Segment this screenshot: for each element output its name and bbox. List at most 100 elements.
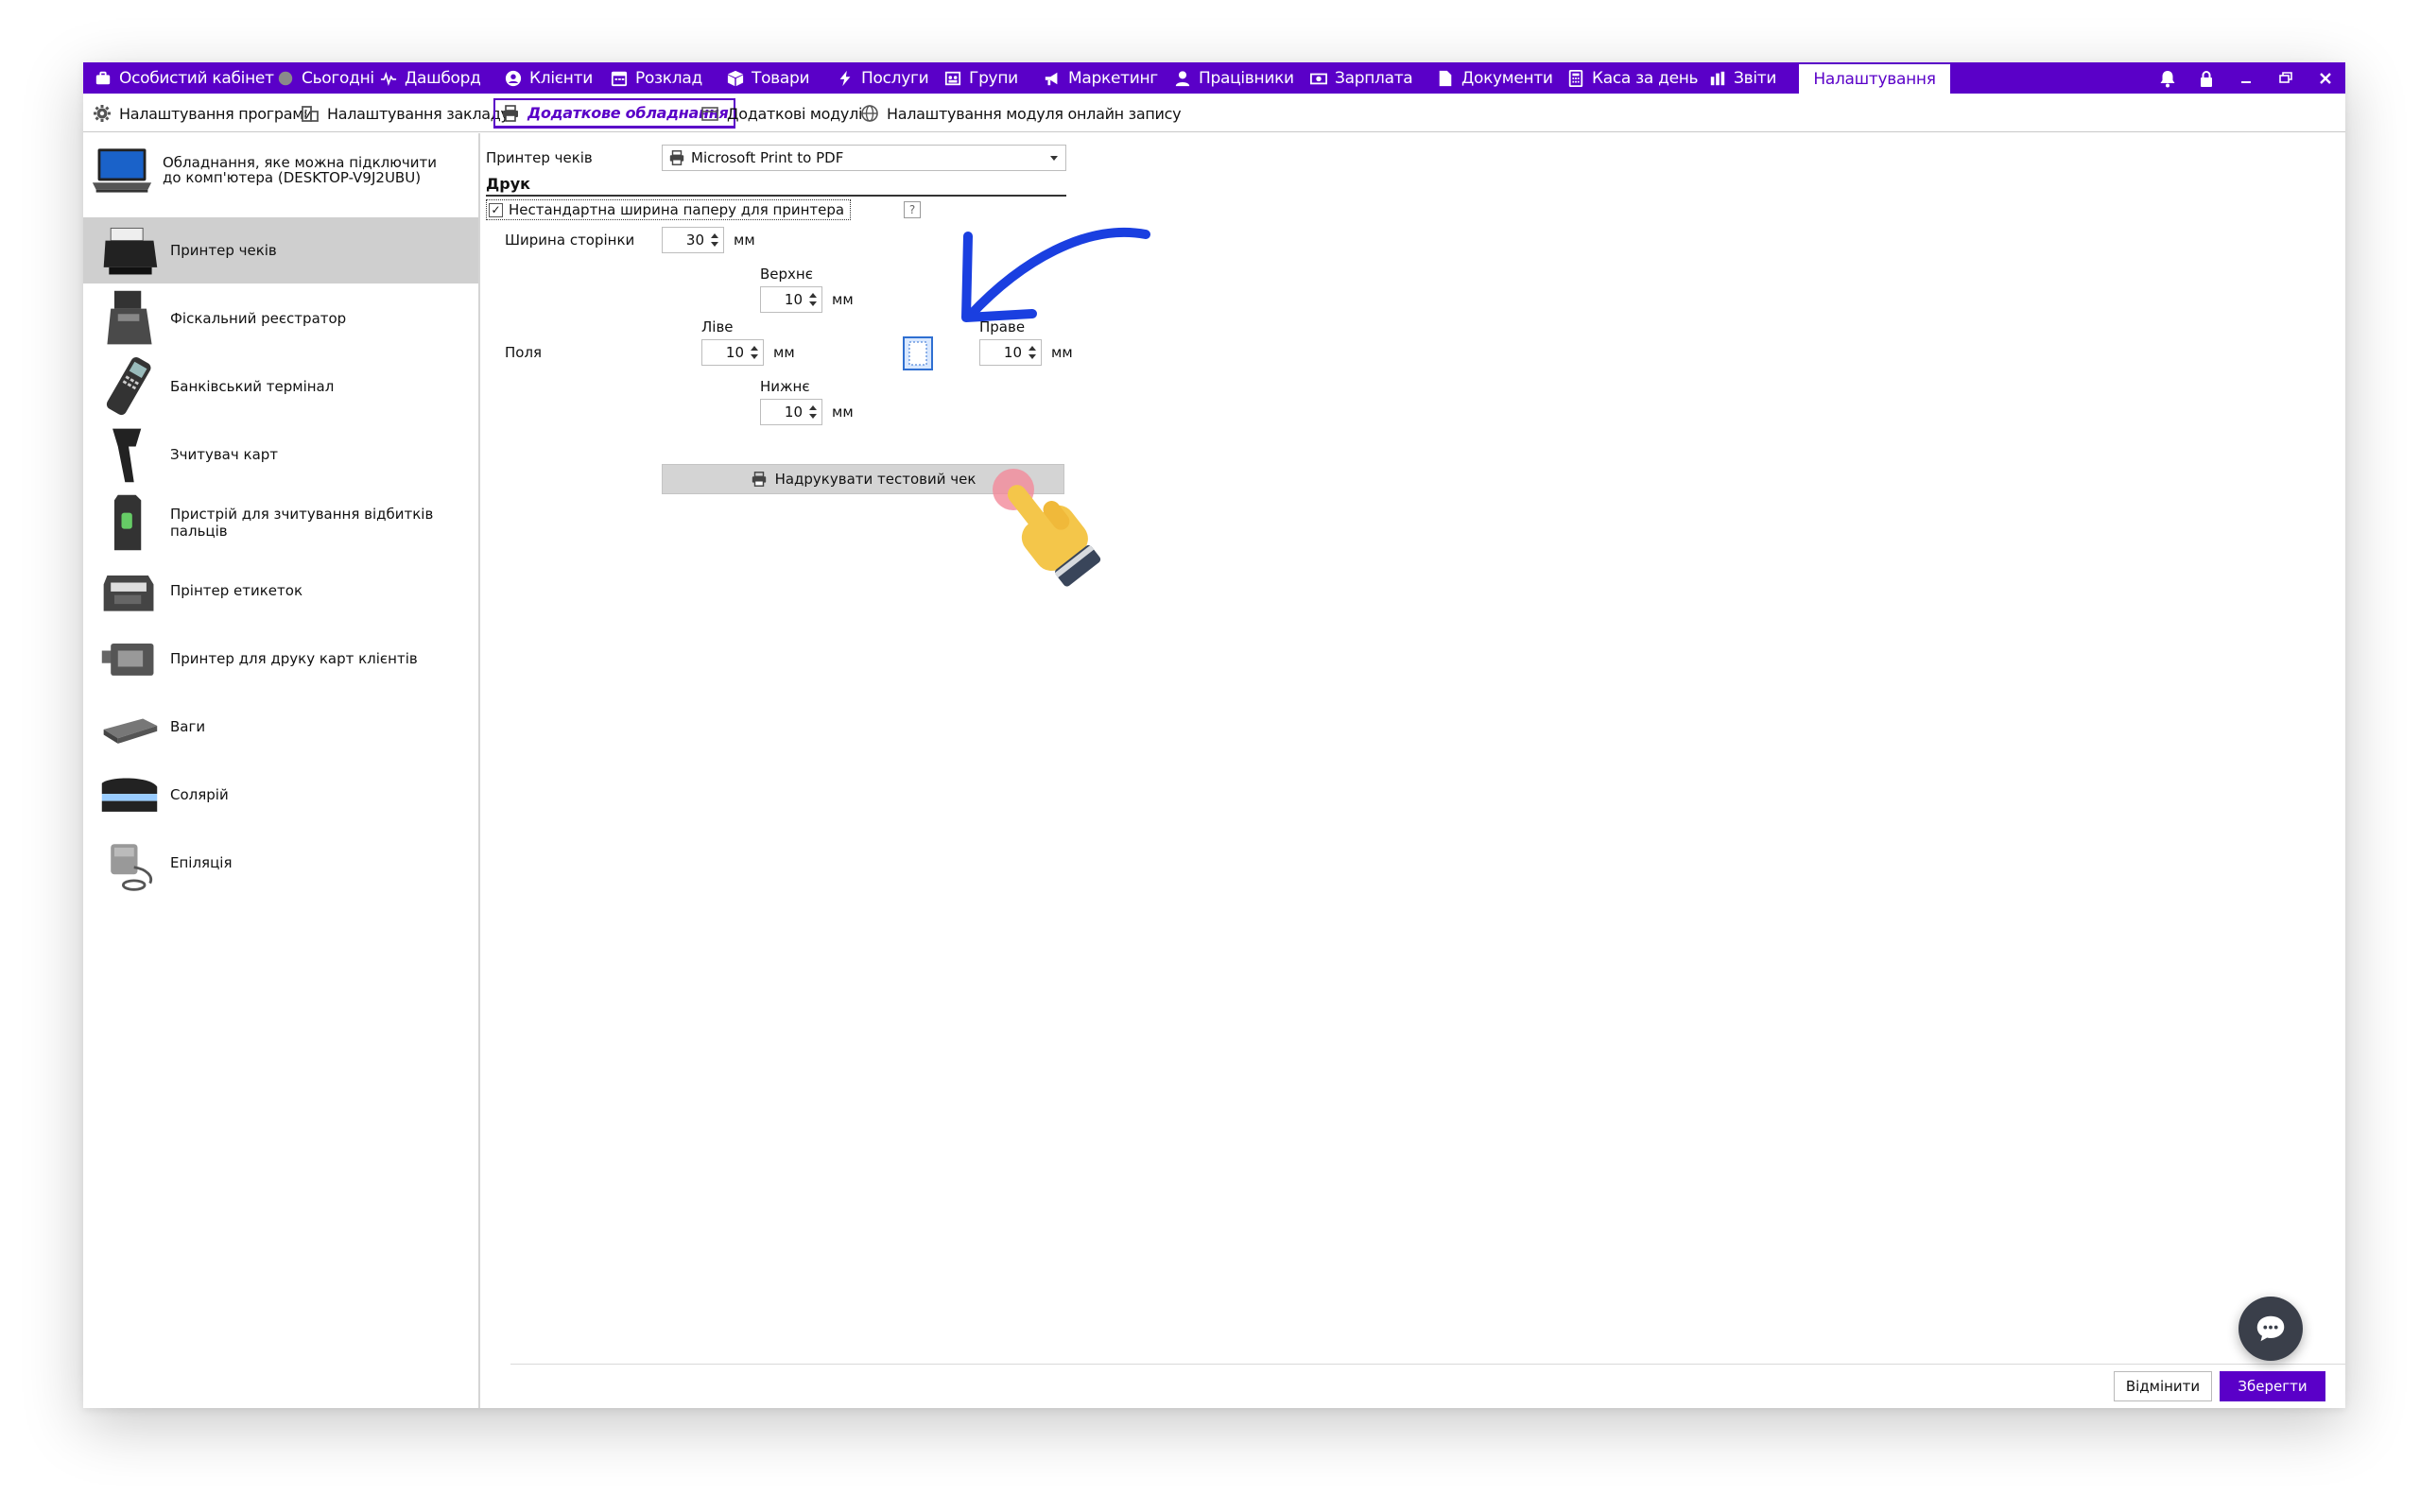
sidebar-item-label: Принтер чеків (170, 242, 277, 259)
margins-label: Поля (505, 344, 543, 361)
print-section-title: Друк (486, 175, 530, 193)
save-button[interactable]: Зберегти (2220, 1371, 2325, 1401)
lightning-icon (839, 70, 851, 86)
gear-icon (94, 105, 111, 122)
equipment-sidebar: Обладнання, яке можна підключити до комп… (83, 133, 480, 1408)
screen: Особистий кабінет Сьогодні Дашборд Клієн… (0, 0, 2420, 1512)
unit-label: мм (832, 404, 854, 421)
close-button[interactable] (2311, 62, 2340, 94)
fingerprint-reader-icon (113, 494, 142, 551)
restore-button[interactable] (2271, 62, 2299, 94)
top-margin-stepper[interactable]: 10 (760, 286, 822, 313)
sidebar-item-solarium[interactable]: Солярій (83, 762, 478, 828)
tab-additional-modules[interactable]: Додаткові модулі (700, 98, 862, 129)
printer-label: Принтер чеків (486, 149, 593, 166)
scales-icon (103, 718, 158, 744)
page-width-label: Ширина сторінки (505, 232, 635, 249)
nav-label: Особистий кабінет (119, 68, 274, 88)
nav-label: Працівники (1199, 68, 1294, 88)
nav-label: Сьогодні (302, 68, 374, 88)
nav-label: Документи (1461, 68, 1553, 88)
stepper-arrows-icon[interactable] (710, 232, 719, 248)
document-icon (1439, 70, 1452, 86)
page-width-value: 30 (685, 232, 704, 249)
nav-label: Налаштування (1813, 69, 1936, 89)
nav-reports[interactable]: Звіти (1709, 62, 1776, 94)
sidebar-item-fiscal-register[interactable]: Фіскальний реєстратор (83, 285, 478, 352)
settings-tabs: Налаштування програми Налаштування закла… (83, 94, 2345, 132)
checkbox-box[interactable]: ✓ (489, 202, 503, 217)
printer-select[interactable]: Microsoft Print to PDF (662, 145, 1066, 171)
nav-documents[interactable]: Документи (1437, 62, 1553, 94)
sidebar-item-fingerprint-reader[interactable]: Пристрій для зчитування відбитків пальці… (83, 490, 478, 556)
help-button[interactable]: ? (904, 201, 921, 218)
tab-program-settings[interactable]: Налаштування програми (93, 98, 313, 129)
minimize-button[interactable] (2232, 62, 2260, 94)
megaphone-icon (1045, 72, 1058, 85)
bar-chart-icon (1710, 71, 1725, 85)
lock-button[interactable] (2192, 62, 2221, 94)
fiscal-register-icon (107, 290, 152, 345)
money-icon (1310, 73, 1327, 84)
nav-cash[interactable]: Каса за день (1567, 62, 1699, 94)
nav-marketing[interactable]: Маркетинг (1044, 62, 1158, 94)
nav-groups[interactable]: Групи (944, 62, 1018, 94)
nav-label: Каса за день (1592, 68, 1699, 88)
printer-select-value: Microsoft Print to PDF (691, 149, 844, 166)
bell-icon (2160, 70, 2175, 87)
left-margin-value: 10 (725, 344, 744, 361)
module-icon (701, 107, 718, 121)
nav-personal-cabinet[interactable]: Особистий кабінет (95, 62, 274, 94)
sidebar-item-receipt-printer[interactable]: Принтер чеків (83, 217, 478, 284)
page-width-stepper[interactable]: 30 (662, 227, 724, 253)
sidebar-item-label: Зчитувач карт (170, 446, 279, 463)
nav-clients[interactable]: Клієнти (505, 62, 593, 94)
cancel-button[interactable]: Відмінити (2114, 1371, 2212, 1401)
stepper-arrows-icon[interactable] (750, 345, 759, 360)
sidebar-item-bank-terminal[interactable]: Банківський термінал (83, 353, 478, 420)
notifications-button[interactable] (2153, 62, 2182, 94)
left-margin-stepper[interactable]: 10 (701, 339, 764, 366)
bank-terminal-icon (106, 356, 151, 416)
nav-salary[interactable]: Зарплата (1310, 62, 1413, 94)
equipment-settings-panel: Принтер чеків Microsoft Print to PDF Дру… (482, 133, 2345, 1408)
sidebar-item-card-printer[interactable]: Принтер для друку карт клієнтів (83, 626, 478, 692)
sidebar-item-scales[interactable]: Ваги (83, 694, 478, 760)
close-icon (2320, 72, 2331, 84)
sidebar-item-epilation[interactable]: Епіляція (83, 830, 478, 896)
building-icon (302, 106, 319, 122)
page-preview-icon (903, 336, 933, 370)
chat-button[interactable] (2238, 1297, 2303, 1361)
stepper-arrows-icon[interactable] (808, 404, 818, 420)
custom-width-checkbox[interactable]: ✓ Нестандартна ширина паперу для принтер… (486, 199, 852, 220)
stepper-arrows-icon[interactable] (808, 292, 818, 307)
nav-employees[interactable]: Працівники (1174, 62, 1294, 94)
unit-label: мм (734, 232, 755, 249)
sidebar-item-label: Пристрій для зчитування відбитків пальці… (170, 506, 434, 540)
sidebar-item-label-printer[interactable]: Прінтер етикеток (83, 558, 478, 624)
sidebar-item-card-reader[interactable]: Зчитувач карт (83, 421, 478, 488)
chat-icon (2256, 1315, 2285, 1342)
nav-schedule[interactable]: Розклад (611, 62, 702, 94)
tab-additional-equipment[interactable]: Додаткове обладнання (493, 98, 736, 129)
top-navigation: Особистий кабінет Сьогодні Дашборд Клієн… (83, 62, 2345, 94)
person-icon (1175, 70, 1190, 86)
nav-services[interactable]: Послуги (837, 62, 929, 94)
tab-label: Налаштування програми (119, 104, 314, 123)
nav-dashboard[interactable]: Дашборд (380, 62, 481, 94)
calendar-icon (611, 71, 628, 86)
tab-online-booking-settings[interactable]: Налаштування модуля онлайн запису (860, 98, 1182, 129)
bottom-margin-stepper[interactable]: 10 (760, 399, 822, 425)
nav-settings[interactable]: Налаштування (1799, 64, 1950, 94)
annotation-arrow-icon (961, 227, 1150, 322)
tab-label: Налаштування модуля онлайн запису (887, 104, 1182, 123)
tab-venue-settings[interactable]: Налаштування закладу (301, 98, 510, 129)
sidebar-item-label: Епіляція (170, 854, 233, 871)
cabinet-icon (95, 71, 111, 84)
nav-label: Товари (752, 68, 810, 88)
nav-today[interactable]: Сьогодні (277, 62, 374, 94)
nav-goods[interactable]: Товари (727, 62, 810, 94)
right-margin-stepper[interactable]: 10 (979, 339, 1042, 366)
stepper-arrows-icon[interactable] (1028, 345, 1037, 360)
laptop-icon (92, 148, 152, 193)
